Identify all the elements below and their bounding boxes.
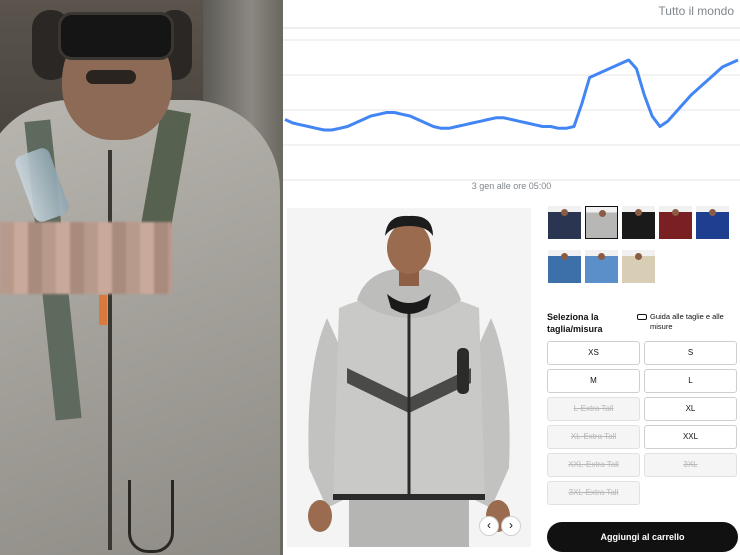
- thumbnail-model-head: [561, 209, 568, 216]
- color-thumbnail-sky[interactable]: [585, 250, 618, 283]
- color-thumbnail-light-blue[interactable]: [548, 250, 581, 283]
- thumbnail-model-head: [635, 209, 642, 216]
- color-thumbnail-grey[interactable]: [585, 206, 618, 239]
- thumbnail-model-head: [599, 210, 606, 217]
- size-option-l-extra-tall[interactable]: L-Extra Tall: [547, 397, 640, 421]
- size-option-s[interactable]: S: [644, 341, 737, 365]
- thumbnail-model-head: [635, 253, 642, 260]
- thumbnail-model-head: [561, 253, 568, 260]
- chevron-right-icon: ›: [509, 518, 513, 532]
- thumbnail-model-head: [709, 209, 716, 216]
- color-thumbnail-black[interactable]: [622, 206, 655, 239]
- reference-photo: [0, 0, 283, 555]
- ruler-icon: [637, 314, 647, 320]
- size-option-xxl-extra-tall[interactable]: XXL-Extra Tall: [547, 453, 640, 477]
- hoodie-model-illustration: [287, 208, 531, 547]
- size-option-xl-extra-tall[interactable]: XL-Extra Tall: [547, 425, 640, 449]
- trend-chart: Tutto il mondo 3 gen alle ore 05:00: [283, 0, 740, 200]
- size-guide-link[interactable]: Guida alle taglie e alle misure: [637, 312, 737, 332]
- size-section-title: Seleziona la taglia/misura: [547, 312, 603, 334]
- next-image-button[interactable]: ›: [501, 516, 521, 536]
- thumbnail-model-head: [672, 209, 679, 216]
- size-option-3xl-extra-tall[interactable]: 3XL-Extra Tall: [547, 481, 640, 505]
- size-option-xl[interactable]: XL: [644, 397, 737, 421]
- color-thumbnail-sand[interactable]: [622, 250, 655, 283]
- size-option-xxl[interactable]: XXL: [644, 425, 737, 449]
- add-to-cart-button[interactable]: Aggiungi al carrello: [547, 522, 738, 552]
- size-option-l[interactable]: L: [644, 369, 737, 393]
- trend-series-line: [284, 58, 739, 132]
- goggles: [58, 12, 174, 60]
- product-image: [287, 208, 531, 547]
- pixelated-area: [0, 222, 172, 294]
- size-option-xs[interactable]: XS: [547, 341, 640, 365]
- color-thumbnail-red[interactable]: [659, 206, 692, 239]
- size-option-3xl[interactable]: 3XL: [644, 453, 737, 477]
- size-option-m[interactable]: M: [547, 369, 640, 393]
- size-guide-label: Guida alle taglie e alle misure: [650, 312, 724, 331]
- color-thumbnail-navy[interactable]: [548, 206, 581, 239]
- previous-image-button[interactable]: ‹: [479, 516, 499, 536]
- hover-date-label: 3 gen alle ore 05:00: [471, 181, 552, 191]
- chevron-left-icon: ‹: [487, 518, 491, 532]
- trend-plot: [283, 27, 740, 181]
- thumbnail-model-head: [598, 253, 605, 260]
- color-thumbnail-blue[interactable]: [696, 206, 729, 239]
